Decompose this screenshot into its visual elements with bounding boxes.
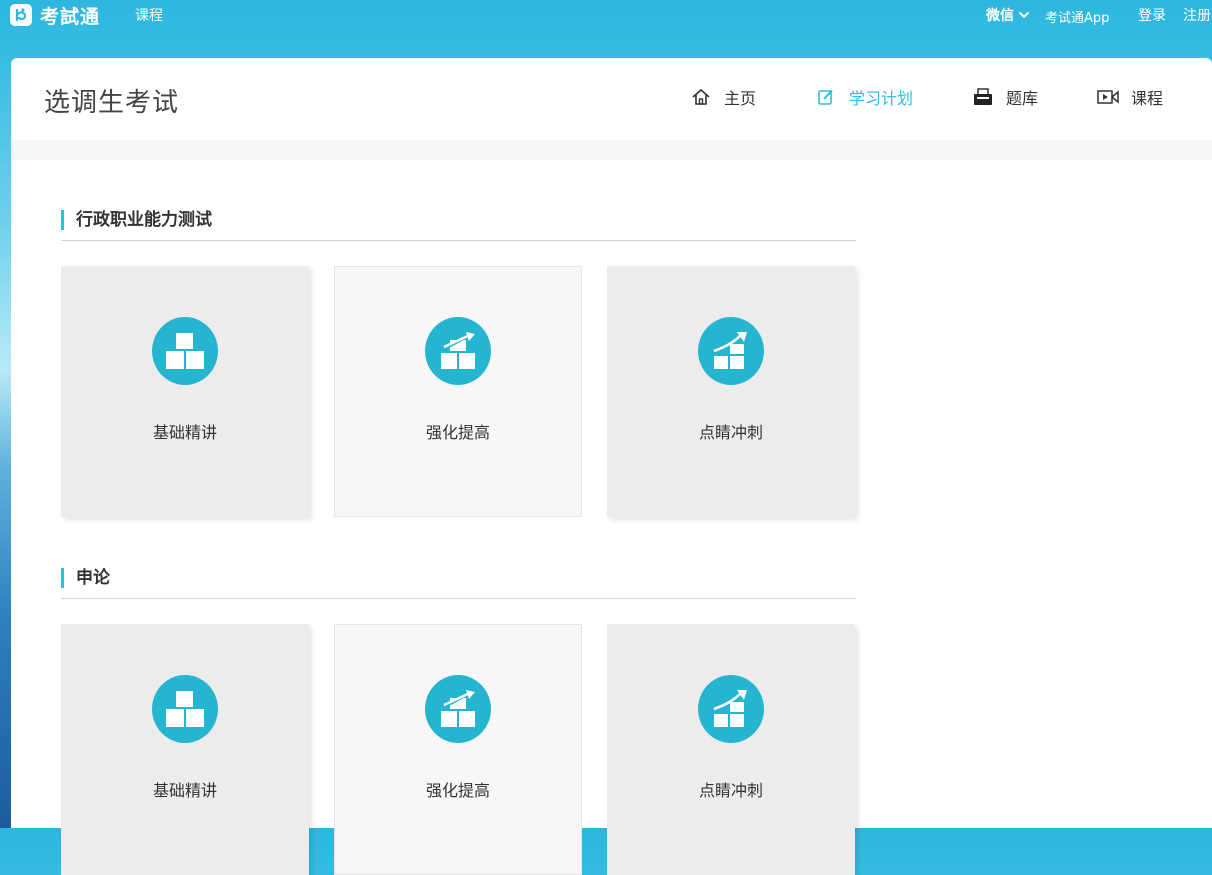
top-bar: 考試通 课程 微信 考试通App 登录 注册 [0,0,1212,32]
site-logo[interactable]: 考試通 [10,3,101,28]
top-course-link[interactable]: 课程 [135,5,163,25]
page-header: 选调生考试 主页 学习计划 题库 课程 [11,58,1212,140]
card-intensive-improvement[interactable]: 强化提高 [334,266,582,517]
growth-arrow-icon [698,317,764,385]
logo-text: 考試通 [40,5,101,28]
card-final-sprint[interactable]: 点睛冲刺 [607,266,855,517]
nav-label-courses: 课程 [1131,89,1164,108]
card-label: 点睛冲刺 [698,781,763,800]
wechat-label: 微信 [986,8,1014,24]
wechat-dropdown[interactable]: 微信 [986,5,1030,25]
nav-label-question-bank: 题库 [1006,89,1039,108]
section-title-essay: 申论 [61,568,110,588]
blocks-icon [152,317,218,385]
home-icon [690,86,712,108]
nav-item-question-bank[interactable]: 题库 [972,86,1038,108]
header-divider-strip [11,140,1212,160]
section-divider [61,240,856,241]
growth-arrow-icon [698,675,764,743]
login-link[interactable]: 登录 [1138,5,1166,25]
section-title-aptitude-test: 行政职业能力测试 [61,210,212,230]
video-icon [1097,86,1119,108]
card-label: 强化提高 [425,423,490,442]
card-intensive-improvement[interactable]: 强化提高 [334,624,582,875]
card-label: 基础精讲 [152,423,217,442]
page-title: 选调生考试 [44,88,180,118]
blocks-icon [152,675,218,743]
blocks-growth-icon [425,675,491,743]
printer-icon [972,86,994,108]
edit-icon [815,86,837,108]
nav-item-study-plan[interactable]: 学习计划 [815,86,913,108]
card-label: 点睛冲刺 [698,423,763,442]
nav-item-courses[interactable]: 课程 [1097,86,1163,108]
nav-label-home: 主页 [724,89,757,108]
card-basic-lecture[interactable]: 基础精讲 [61,624,309,875]
main-panel: 选调生考试 主页 学习计划 题库 课程 行政职业能力测试 基础精讲 强化提高 点… [11,58,1212,875]
nav-item-home[interactable]: 主页 [690,86,756,108]
card-label: 基础精讲 [152,781,217,800]
app-download-link[interactable]: 考试通App [1045,7,1109,26]
blocks-growth-icon [425,317,491,385]
section-divider [61,598,856,599]
register-link[interactable]: 注册 [1183,5,1211,25]
card-final-sprint[interactable]: 点睛冲刺 [607,624,855,875]
card-label: 强化提高 [425,781,490,800]
card-basic-lecture[interactable]: 基础精讲 [61,266,309,517]
nav-label-study-plan: 学习计划 [849,89,914,108]
logo-icon [10,4,32,26]
chevron-down-icon [1018,11,1030,19]
